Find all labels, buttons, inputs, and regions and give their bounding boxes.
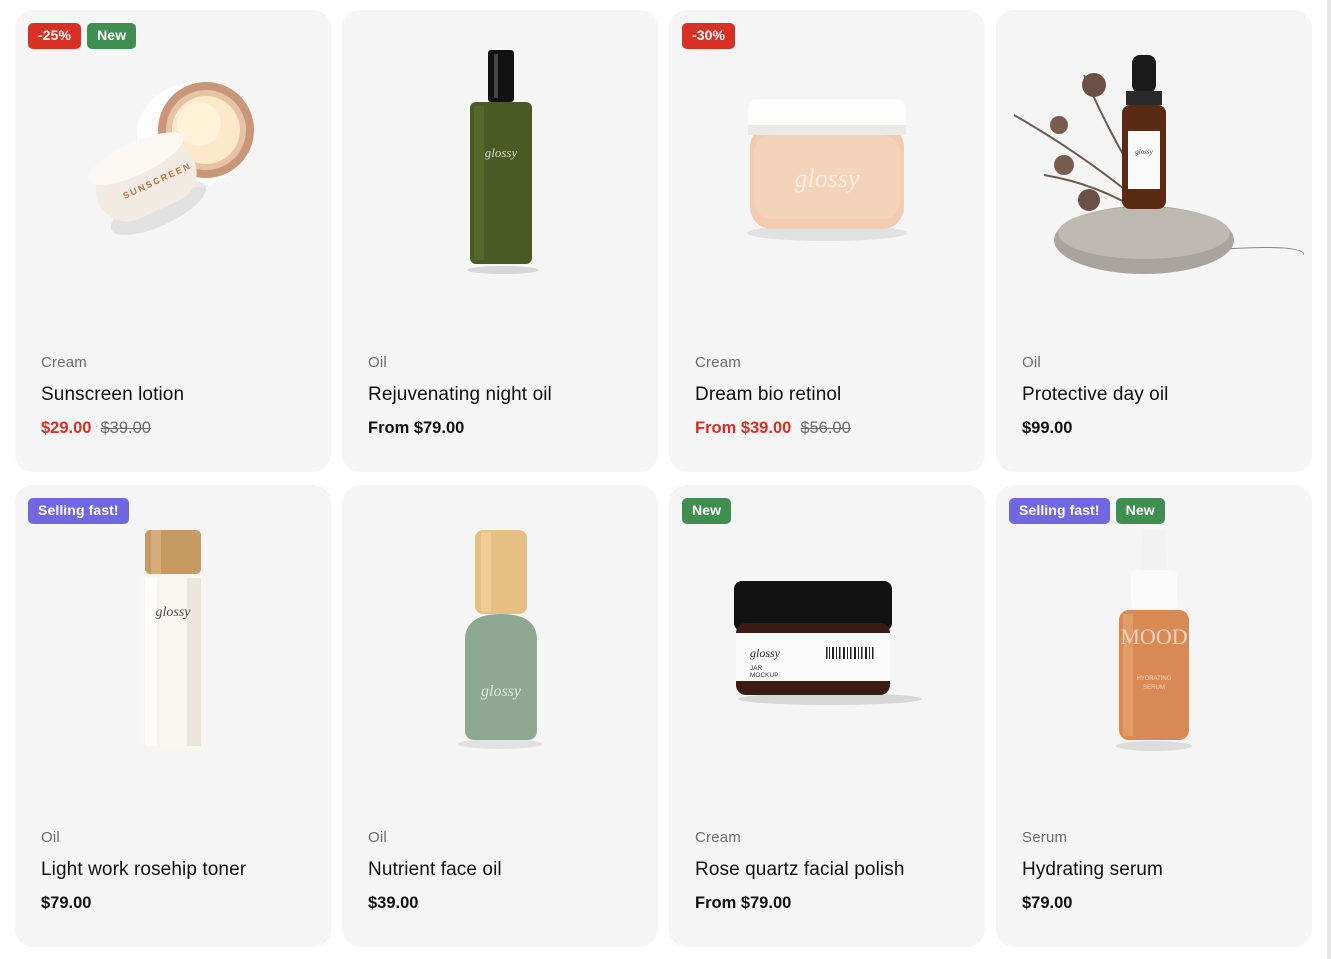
price-row: From $79.00 (368, 419, 638, 438)
svg-text:glossy: glossy (156, 605, 192, 620)
sunscreen-jar-image[interactable]: SUNSCREEN (15, 10, 331, 330)
product-info: Serum Hydrating serum $79.00 (1022, 829, 1292, 913)
price-row: $29.00 $39.00 (41, 419, 311, 438)
price-row: $79.00 (41, 894, 311, 913)
price-row: From $79.00 (695, 894, 965, 913)
product-price: $29.00 (41, 419, 92, 437)
product-price: $79.00 (41, 894, 92, 912)
svg-text:MOCKUP: MOCKUP (750, 672, 779, 679)
product-price: $79.00 (1022, 894, 1073, 912)
product-info: Oil Protective day oil $99.00 (1022, 354, 1292, 438)
product-card[interactable]: -30% glossy Cream Dream bio retinol From… (669, 10, 985, 472)
product-info: Cream Rose quartz facial polish From $79… (695, 829, 965, 913)
price-row: $99.00 (1022, 419, 1292, 438)
badge-new: New (682, 498, 732, 524)
product-price: From $39.00 (695, 419, 792, 437)
product-title[interactable]: Dream bio retinol (695, 384, 965, 406)
product-grid: -25% New SUNSCREEN Cream Sunscreen lotion… (15, 10, 1312, 947)
product-category: Serum (1022, 829, 1068, 846)
svg-text:glossy: glossy (795, 164, 860, 193)
product-card[interactable]: -25% New SUNSCREEN Cream Sunscreen lotion… (15, 10, 331, 472)
product-card[interactable]: glossy Oil Rejuvenating night oil From $… (342, 10, 658, 472)
product-title[interactable]: Nutrient face oil (368, 859, 638, 881)
badge-fast: Selling fast! (1009, 498, 1110, 524)
svg-text:MOOD: MOOD (1120, 624, 1187, 649)
badge-new: New (1115, 498, 1165, 524)
orange-serum-bottle-image[interactable]: MOOD HYDRATING SERUM (996, 485, 1312, 805)
product-card[interactable]: Selling fast! New MOOD HYDRATING SERUM Se… (996, 485, 1312, 947)
product-category: Oil (368, 354, 387, 371)
page-scrollbar[interactable] (1327, 0, 1331, 959)
product-category: Cream (695, 354, 742, 371)
product-price: $99.00 (1022, 419, 1073, 437)
badge-group: -30% (682, 23, 736, 49)
badge-group: Selling fast! New (1009, 498, 1165, 524)
product-price: From $79.00 (368, 419, 465, 437)
product-card[interactable]: Selling fast! glossy Oil Light work rose… (15, 485, 331, 947)
compare-at-price: $39.00 (100, 419, 151, 437)
badge-discount: -30% (682, 23, 736, 49)
product-category: Cream (41, 354, 88, 371)
product-title[interactable]: Rose quartz facial polish (695, 859, 965, 881)
svg-text:HYDRATING: HYDRATING (1137, 676, 1172, 682)
clear-toner-bottle-image[interactable]: glossy (15, 485, 331, 805)
dropper-bottle-on-stone-image[interactable]: glossy (996, 10, 1312, 330)
svg-text:JAR: JAR (750, 665, 763, 672)
badge-fast: Selling fast! (28, 498, 129, 524)
product-info: Oil Light work rosehip toner $79.00 (41, 829, 311, 913)
badge-new: New (87, 23, 137, 49)
green-oil-bottle-image[interactable]: glossy (342, 10, 658, 330)
product-info: Cream Sunscreen lotion $29.00 $39.00 (41, 354, 311, 438)
product-info: Cream Dream bio retinol From $39.00 $56.… (695, 354, 965, 438)
badge-discount: -25% (28, 23, 82, 49)
product-title[interactable]: Hydrating serum (1022, 859, 1292, 881)
product-card[interactable]: New glossy JAR MOCKUP Cream Rose quartz … (669, 485, 985, 947)
product-title[interactable]: Protective day oil (1022, 384, 1292, 406)
price-row: $79.00 (1022, 894, 1292, 913)
peach-cream-jar-image[interactable]: glossy (669, 10, 985, 330)
product-price: $39.00 (368, 894, 419, 912)
product-title[interactable]: Sunscreen lotion (41, 384, 311, 406)
product-card[interactable]: glossy Oil Protective day oil $99.00 (996, 10, 1312, 472)
svg-text:glossy: glossy (1135, 148, 1153, 156)
product-title[interactable]: Rejuvenating night oil (368, 384, 638, 406)
price-row: From $39.00 $56.00 (695, 419, 965, 438)
product-title[interactable]: Light work rosehip toner (41, 859, 311, 881)
svg-text:glossy: glossy (485, 145, 518, 160)
price-row: $39.00 (368, 894, 638, 913)
badge-group: Selling fast! (28, 498, 129, 524)
badge-group: -25% New (28, 23, 137, 49)
product-category: Cream (695, 829, 742, 846)
svg-text:glossy: glossy (481, 683, 522, 700)
svg-text:SERUM: SERUM (1143, 685, 1165, 691)
badge-group: New (682, 498, 732, 524)
product-category: Oil (41, 829, 60, 846)
svg-text:glossy: glossy (750, 646, 781, 660)
product-info: Oil Rejuvenating night oil From $79.00 (368, 354, 638, 438)
product-category: Oil (368, 829, 387, 846)
product-price: From $79.00 (695, 894, 792, 912)
black-jar-image[interactable]: glossy JAR MOCKUP (669, 485, 985, 805)
product-category: Oil (1022, 354, 1041, 371)
product-card[interactable]: glossy Oil Nutrient face oil $39.00 (342, 485, 658, 947)
compare-at-price: $56.00 (800, 419, 851, 437)
product-info: Oil Nutrient face oil $39.00 (368, 829, 638, 913)
sage-pump-bottle-image[interactable]: glossy (342, 485, 658, 805)
